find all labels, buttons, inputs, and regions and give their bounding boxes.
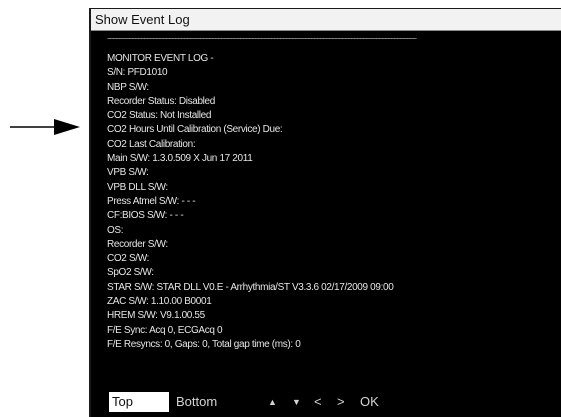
log-line: CO2 Hours Until Calibration (Service) Du… <box>107 124 283 136</box>
page-up-icon[interactable]: ▲ <box>268 392 277 412</box>
next-button[interactable]: > <box>337 392 345 412</box>
bottom-button[interactable]: Bottom <box>176 392 217 412</box>
log-line: S/N: PFD1010 <box>107 67 168 79</box>
window-title: Show Event Log <box>95 12 190 27</box>
log-line: F/E Sync: Acq 0, ECGAcq 0 <box>107 324 223 336</box>
window-title-bar: Show Event Log <box>91 9 561 31</box>
log-line: CO2 S/W: <box>107 253 150 265</box>
log-line: Press Atmel S/W: - - - <box>107 195 196 207</box>
previous-button[interactable]: < <box>314 392 322 412</box>
log-line: CO2 Last Calibration: <box>107 138 196 150</box>
log-line: VPB DLL S/W: <box>107 181 168 193</box>
log-line: F/E Resyncs: 0, Gaps: 0, Total gap time … <box>107 338 301 350</box>
log-line: CO2 Status: Not Installed <box>107 110 212 122</box>
event-log-area[interactable]: ~~~~~~~~~~~~~~~~~~~~~~~~~~~~~~~~~~~~~~~~… <box>91 31 561 388</box>
log-line: NBP S/W: <box>107 81 149 93</box>
log-line: SpO2 S/W: <box>107 267 154 279</box>
event-log-window: Show Event Log ~~~~~~~~~~~~~~~~~~~~~~~~~… <box>89 8 561 417</box>
log-line: HREM S/W: V9.1.00.55 <box>107 310 205 322</box>
log-line: STAR S/W: STAR DLL V0.E - Arrhythmia/ST … <box>107 281 394 293</box>
log-line: OS: <box>107 224 124 236</box>
log-line: Recorder S/W: <box>107 238 168 250</box>
log-navigation-bar: Top Bottom ▲ ▼ < > OK <box>91 388 561 417</box>
log-line: Recorder Status: Disabled <box>107 95 215 107</box>
log-line: MONITOR EVENT LOG - <box>107 53 214 64</box>
log-separator: ~~~~~~~~~~~~~~~~~~~~~~~~~~~~~~~~~~~~~~~~… <box>107 36 417 43</box>
top-button[interactable]: Top <box>109 392 169 412</box>
log-line: CF:BIOS S/W: - - - <box>107 210 184 222</box>
arrow-right-icon <box>10 119 80 135</box>
page-down-icon[interactable]: ▼ <box>292 392 301 412</box>
log-line: ZAC S/W: 1.10.00 B0001 <box>107 296 212 308</box>
ok-button[interactable]: OK <box>360 392 379 412</box>
screenshot-stage: Show Event Log ~~~~~~~~~~~~~~~~~~~~~~~~~… <box>0 0 561 417</box>
log-line: Main S/W: 1.3.0.509 X Jun 17 2011 <box>107 153 253 165</box>
log-lines: MONITOR EVENT LOG - S/N: PFD1010 NBP S/W… <box>107 52 394 352</box>
log-line: VPB S/W: <box>107 167 149 179</box>
